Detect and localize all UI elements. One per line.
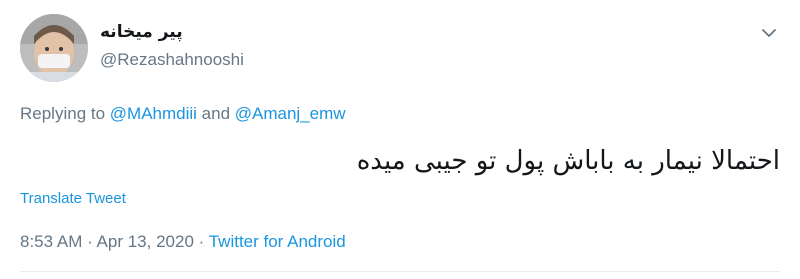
avatar-image [20, 14, 88, 82]
tweet-card: پیر میخانه @Rezashahnooshi Replying to @… [0, 0, 800, 279]
tweet-source-link[interactable]: Twitter for Android [209, 232, 346, 251]
mention-link-amanj-emw[interactable]: @Amanj_emw [235, 104, 346, 123]
tweet-text: احتمالا نیمار به باباش پول تو جیبی میده [356, 146, 780, 176]
replying-conjunction: and [196, 104, 235, 123]
translate-tweet-link[interactable]: Translate Tweet [20, 190, 126, 207]
replying-to-line: Replying to @MAhmdiii and @Amanj_emw [20, 104, 346, 124]
author-handle[interactable]: @Rezashahnooshi [100, 50, 244, 70]
chevron-down-icon[interactable] [758, 22, 780, 44]
avatar[interactable] [20, 14, 88, 82]
mention-link-mahmdiii[interactable]: @MAhmdiii [110, 104, 197, 123]
meta-separator: · [193, 232, 209, 251]
tweet-date[interactable]: Apr 13, 2020 [97, 232, 194, 251]
author-display-name[interactable]: پیر میخانه [100, 22, 183, 42]
meta-separator: · [82, 232, 97, 251]
divider [20, 271, 780, 272]
replying-prefix: Replying to [20, 104, 110, 123]
tweet-metadata: 8:53 AM · Apr 13, 2020 · Twitter for And… [20, 232, 346, 252]
tweet-time[interactable]: 8:53 AM [20, 232, 82, 251]
